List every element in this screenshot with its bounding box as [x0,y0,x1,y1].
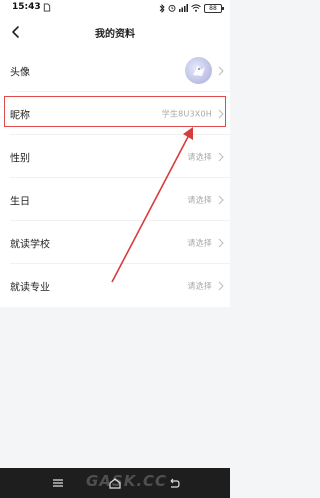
birthday-row[interactable]: 生日 请选择 [0,178,230,221]
avatar[interactable] [185,57,212,84]
battery-icon: 88 [204,3,224,13]
major-value: 请选择 [187,281,212,290]
major-label: 就读专业 [10,282,50,293]
status-bar: 15:43 88 [0,0,230,16]
chevron-right-icon [218,152,224,161]
menu-icon[interactable] [50,475,66,491]
alarm-icon [168,4,176,12]
back-icon[interactable] [166,475,182,491]
nickname-row[interactable]: 昵称 学生8U3X0H [0,92,230,135]
sim-card-icon [43,3,51,12]
avatar-row[interactable]: 头像 [0,49,230,92]
birthday-value: 请选择 [187,195,212,204]
gender-label: 性别 [10,153,30,164]
status-time: 15:43 [12,2,41,12]
school-value: 请选择 [187,238,212,247]
page-title: 我的资料 [95,29,135,40]
status-icons: 88 [159,2,224,14]
school-row[interactable]: 就读学校 请选择 [0,221,230,264]
bluetooth-icon [159,3,165,13]
nickname-label: 昵称 [10,110,30,121]
gender-value: 请选择 [187,152,212,161]
battery-level: 88 [209,4,217,12]
major-row[interactable]: 就读专业 请选择 [0,264,230,307]
nickname-value: 学生8U3X0H [161,109,212,118]
birthday-label: 生日 [10,196,30,207]
chevron-right-icon [218,238,224,247]
page-header: 我的资料 [0,16,230,49]
chevron-right-icon [218,195,224,204]
school-label: 就读学校 [10,239,50,250]
gender-row[interactable]: 性别 请选择 [0,135,230,178]
watermark-text: GASK.CC [86,472,168,490]
chevron-right-icon [218,281,224,290]
avatar-label: 头像 [10,67,30,78]
signal-icon [179,4,188,12]
avatar-bird-icon [193,65,205,76]
chevron-right-icon [218,66,224,75]
profile-list: 头像 昵称 学生8U3X0H 性别 请选择 生日 请选择 就读学校 请选择 就读… [0,49,230,307]
wifi-icon [191,4,201,12]
chevron-right-icon [218,109,224,118]
